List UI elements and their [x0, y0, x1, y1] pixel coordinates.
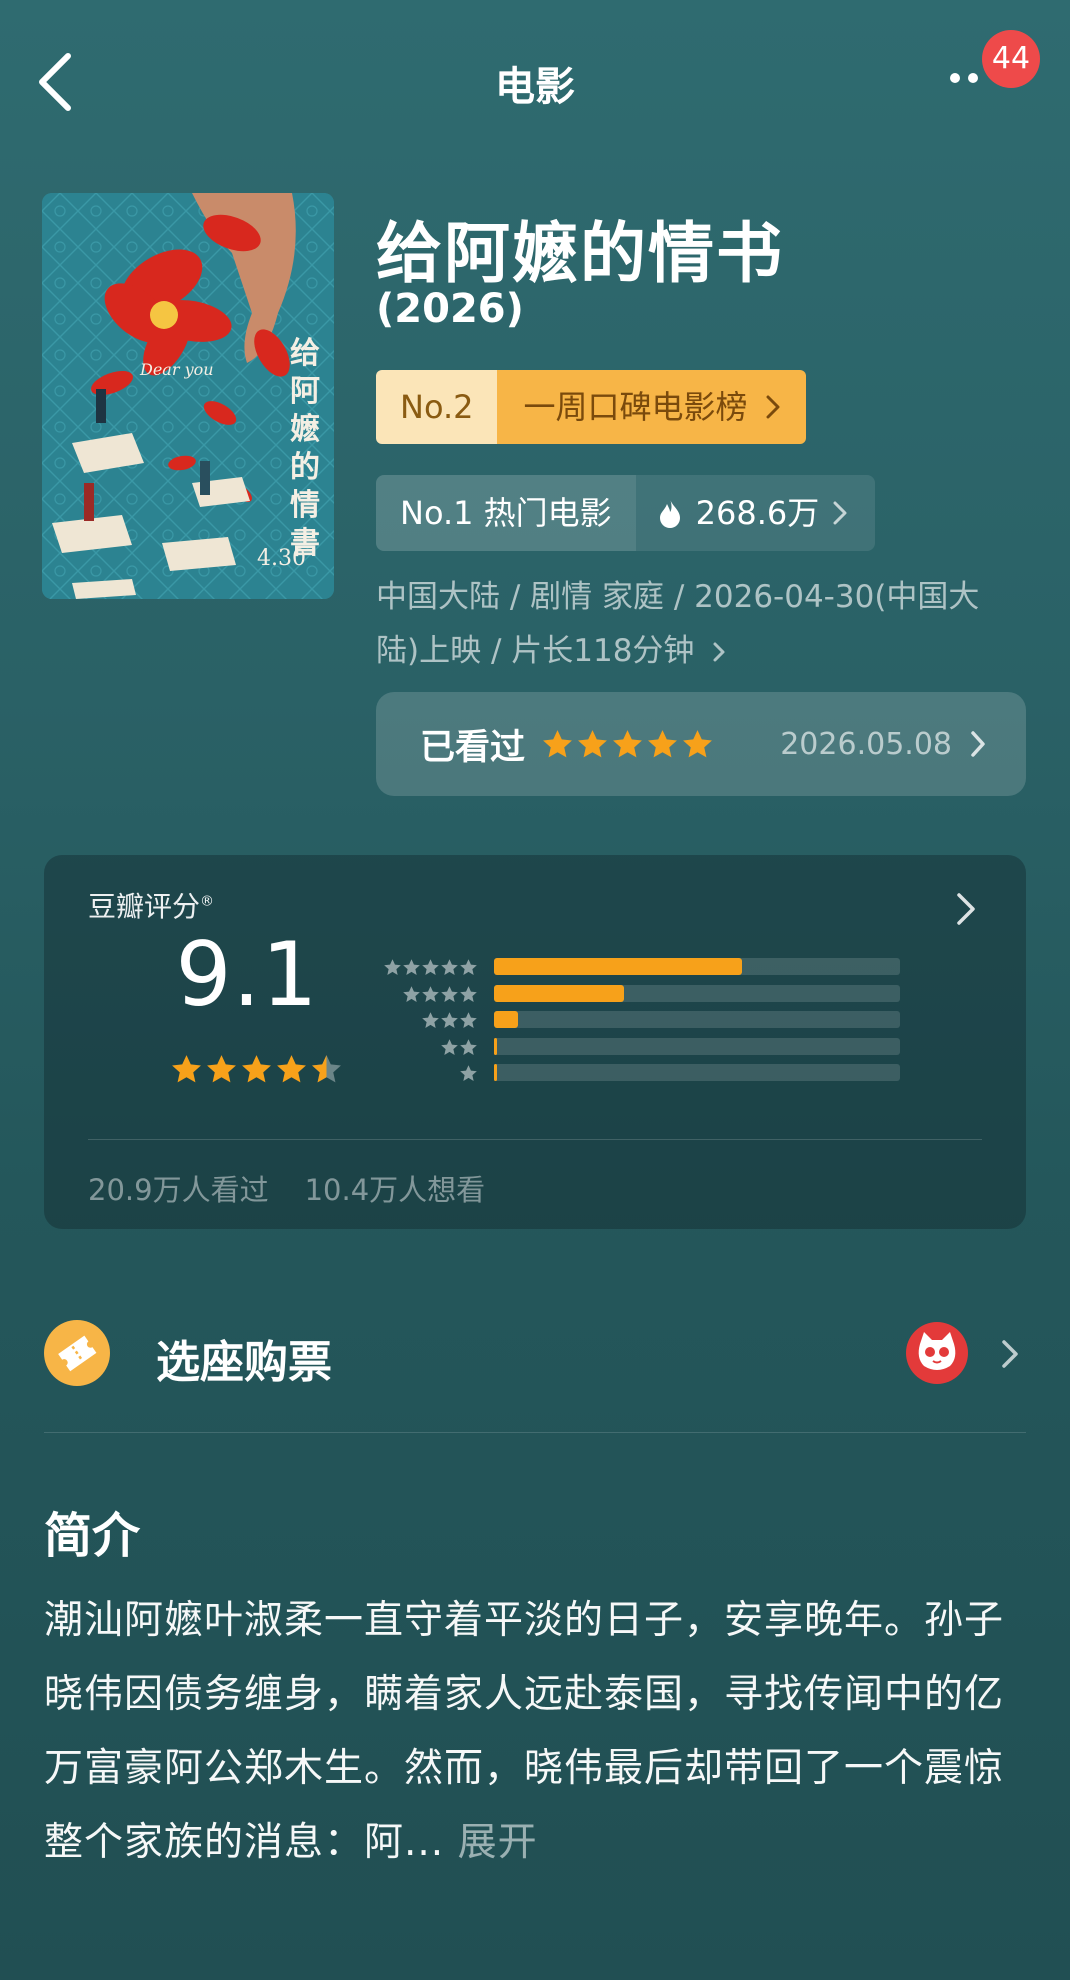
distribution-stars: [459, 1064, 478, 1083]
chevron-right-icon: [833, 501, 847, 525]
star-icon: [648, 729, 677, 757]
svg-text:阿: 阿: [290, 374, 320, 409]
movie-meta[interactable]: 中国大陆 / 剧情 家庭 / 2026-04-30(中国大陆)上映 / 片长11…: [376, 570, 1016, 678]
distribution-bar-fill: [494, 1011, 519, 1028]
star-icon: [460, 1012, 477, 1028]
distribution-bar: [494, 958, 900, 975]
poster-date: 4.30: [257, 546, 306, 571]
movie-meta-text: 中国大陆 / 剧情 家庭 / 2026-04-30(中国大陆)上映 / 片长11…: [376, 579, 980, 669]
watched-status[interactable]: 已看过 2026.05.08: [376, 692, 1026, 796]
distribution-bar: [494, 1011, 900, 1028]
ticket-icon: [44, 1320, 110, 1386]
distribution-bar: [494, 1037, 900, 1055]
chevron-right-icon: [971, 731, 985, 757]
distribution-row: [44, 1060, 1026, 1086]
notification-badge: 44: [982, 30, 1040, 88]
distribution-row: [44, 1034, 1026, 1060]
distribution-row: [44, 981, 1026, 1007]
rating-source-label: 豆瓣评分®: [88, 890, 215, 923]
star-icon: [422, 959, 439, 975]
distribution-bar: [494, 1064, 900, 1081]
svg-text:给: 给: [290, 336, 320, 371]
hot-rank-label: No.1 热门电影: [376, 475, 636, 551]
more-dot-icon: [950, 73, 960, 83]
intro-title: 简介: [44, 1508, 141, 1564]
star-icon: [613, 729, 642, 757]
watched-stars: [541, 728, 714, 761]
star-icon: [422, 1012, 439, 1028]
flame-icon: [659, 499, 680, 528]
hot-count: 268.6万: [635, 475, 876, 551]
distribution-bar: [494, 984, 900, 1002]
star-icon: [441, 1038, 458, 1055]
star-icon: [441, 959, 458, 975]
chevron-right-icon: [766, 395, 779, 419]
chevron-right-icon: [957, 893, 975, 925]
buy-ticket-label: 选座购票: [156, 1337, 332, 1388]
rank-list-name: 一周口碑电影榜: [497, 370, 806, 444]
svg-text:情: 情: [290, 488, 320, 523]
hot-movie-badge[interactable]: No.1 热门电影 268.6万: [376, 475, 876, 551]
star-icon: [441, 1012, 458, 1028]
star-icon: [578, 729, 607, 757]
divider: [44, 1432, 1026, 1433]
watched-count: 20.9万人看过: [88, 1173, 269, 1207]
douban-rating-card[interactable]: 豆瓣评分® 9.1 20.9万人看过 10.4万人想看: [44, 855, 1026, 1229]
star-icon: [460, 959, 477, 975]
want-count: 10.4万人想看: [304, 1173, 486, 1207]
weekly-rank-badge[interactable]: No.2 一周口碑电影榜: [376, 370, 806, 444]
divider: [88, 1139, 982, 1140]
movie-title: 给阿嬷的情书: [376, 215, 784, 292]
distribution-row: [44, 954, 1026, 980]
distribution-row: [44, 1007, 1026, 1033]
distribution-bar-fill: [494, 1064, 497, 1081]
distribution-stars: [421, 1011, 478, 1030]
rank-list-label: 一周口碑电影榜: [523, 388, 748, 426]
distribution-stars: [383, 958, 478, 977]
star-icon: [403, 985, 420, 1002]
star-icon: [441, 985, 458, 1002]
chevron-right-icon: [1002, 1340, 1018, 1368]
star-icon: [460, 1065, 477, 1081]
distribution-bar-fill: [494, 958, 742, 975]
watched-label: 已看过: [420, 727, 526, 768]
star-icon: [403, 959, 420, 975]
rating-counts: 20.9万人看过 10.4万人想看: [88, 1167, 485, 1209]
star-icon: [460, 1038, 477, 1055]
poster-english: Dear you: [139, 360, 214, 379]
star-icon: [460, 985, 477, 1002]
watched-date: 2026.05.08: [780, 726, 952, 762]
svg-text:的: 的: [290, 450, 320, 485]
movie-year: (2026): [376, 286, 524, 332]
distribution-stars: [402, 985, 478, 1004]
expand-link[interactable]: 展开: [458, 1820, 538, 1865]
svg-text:嬷: 嬷: [290, 412, 320, 447]
distribution-bar-fill: [494, 1037, 497, 1055]
page-title: 电影: [495, 64, 575, 110]
star-icon: [683, 729, 712, 757]
hot-count-value: 268.6万: [695, 494, 820, 532]
star-icon: [384, 959, 401, 975]
distribution-bar-fill: [494, 984, 624, 1002]
maoyan-cat-icon: [906, 1322, 968, 1384]
chevron-right-icon: [713, 642, 725, 662]
rank-number: No.2: [376, 370, 498, 444]
star-icon: [543, 729, 572, 757]
distribution-stars: [440, 1038, 478, 1057]
star-icon: [422, 985, 439, 1002]
more-dot-icon: [968, 73, 978, 83]
poster-image: 给 阿 嬷 的 情 書 4.30 Dear you: [42, 193, 334, 599]
movie-poster[interactable]: 给 阿 嬷 的 情 書 4.30 Dear you: [42, 193, 334, 599]
intro-text: 潮汕阿嬷叶淑柔一直守着平淡的日子，安享晚年。孙子晓伟因债务缠身，瞒着家人远赴泰国…: [44, 1584, 1034, 1880]
